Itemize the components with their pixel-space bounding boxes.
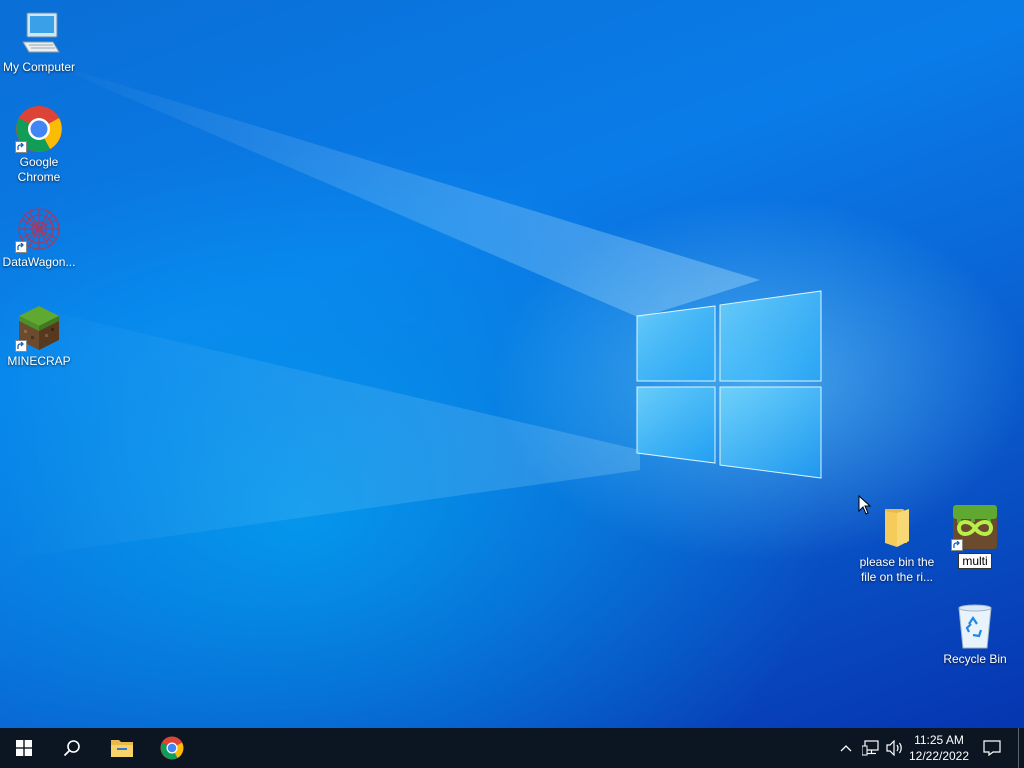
show-desktop-button[interactable]: [1018, 728, 1019, 768]
folder-icon: [873, 505, 921, 553]
chevron-up-icon: [840, 745, 852, 752]
windows-logo-wallpaper: [636, 290, 822, 479]
desktop-icon-label: My Computer: [2, 60, 76, 74]
volume-icon: [886, 740, 902, 756]
desktop-icon-my-computer[interactable]: My Computer: [0, 10, 78, 75]
shortcut-arrow-icon: [951, 539, 963, 551]
recycle-bin-icon: [951, 602, 999, 650]
network-icon: [862, 740, 879, 756]
shortcut-arrow-icon: [15, 141, 27, 153]
minecraft-grass-block-icon: [15, 304, 63, 352]
shortcut-arrow-icon: [15, 340, 27, 352]
search-icon: [63, 740, 80, 757]
desktop-icon-google-chrome[interactable]: Google Chrome: [0, 105, 78, 185]
action-center-button[interactable]: [978, 728, 1006, 768]
tray-volume-button[interactable]: [884, 728, 906, 768]
desktop-icon-label: Recycle Bin: [943, 652, 1007, 666]
taskbar: 11:25 AM 12/22/2022: [0, 728, 1024, 768]
tray-overflow-button[interactable]: [836, 728, 856, 768]
file-explorer-icon: [111, 740, 133, 757]
desktop[interactable]: My Computer Google Chrome DataWagon... M…: [0, 0, 1024, 728]
windows-start-icon: [16, 740, 32, 756]
chrome-icon: [160, 736, 184, 760]
desktop-icon-folder[interactable]: please bin the file on the ri...: [856, 505, 938, 585]
desktop-icon-label: Google Chrome: [17, 155, 61, 184]
computer-icon: [15, 10, 63, 58]
desktop-icon-datawagon[interactable]: DataWagon...: [0, 205, 78, 270]
search-button[interactable]: [48, 728, 96, 768]
clock-time: 11:25 AM: [914, 733, 964, 747]
mouse-cursor-icon: [858, 495, 872, 515]
wallpaper-light-beams: [0, 60, 822, 560]
taskbar-file-explorer[interactable]: [98, 728, 146, 768]
desktop-icon-label: please bin the file on the ri...: [859, 555, 935, 584]
action-center-icon: [983, 740, 1001, 756]
desktop-icon-multimc[interactable]: multi: [936, 503, 1014, 569]
tray-clock[interactable]: 11:25 AM 12/22/2022: [906, 728, 972, 768]
clock-date: 12/22/2022: [908, 749, 970, 763]
rename-input[interactable]: multi: [958, 553, 992, 569]
multimc-icon: [951, 503, 999, 551]
desktop-icon-label: DataWagon...: [2, 255, 76, 269]
desktop-icon-minecrap[interactable]: MINECRAP: [0, 304, 78, 369]
start-button[interactable]: [0, 728, 48, 768]
datawagon-icon: [15, 205, 63, 253]
tray-network-button[interactable]: [860, 728, 882, 768]
desktop-icon-label: MINECRAP: [7, 354, 71, 368]
taskbar-chrome[interactable]: [148, 728, 196, 768]
shortcut-arrow-icon: [15, 241, 27, 253]
desktop-icon-recycle-bin[interactable]: Recycle Bin: [936, 602, 1014, 667]
chrome-icon: [15, 105, 63, 153]
